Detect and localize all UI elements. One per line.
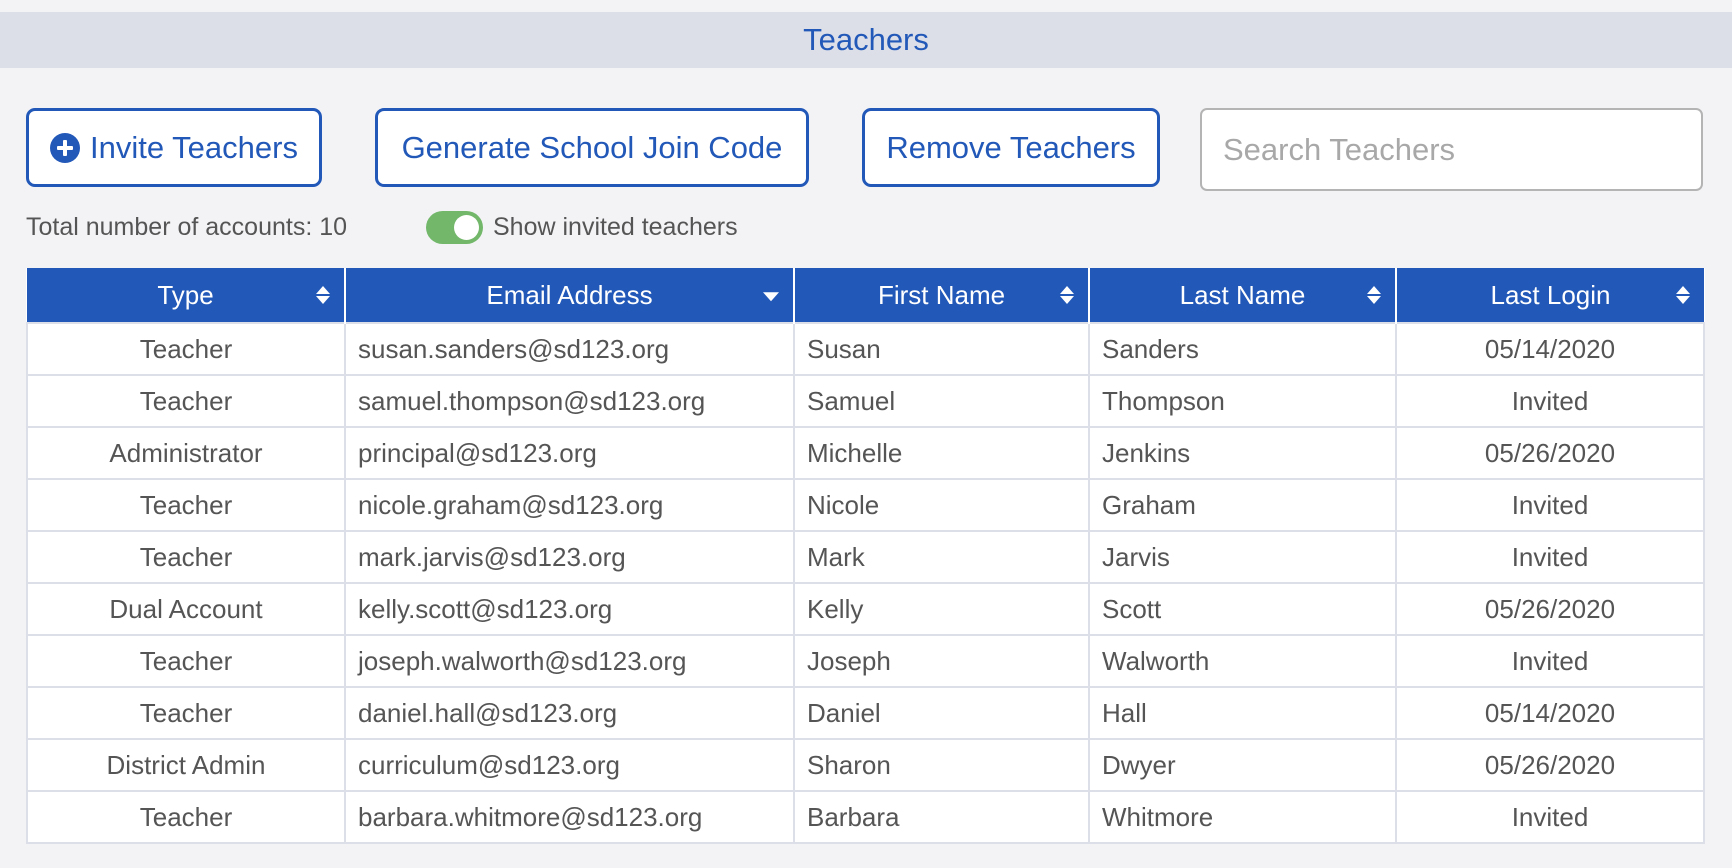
table-row[interactable]: Teacher susan.sanders@sd123.org Susan Sande… bbox=[26, 322, 1705, 376]
cell-first-name: Daniel bbox=[793, 686, 1090, 740]
cell-type: Teacher bbox=[26, 478, 346, 532]
cell-last-login: 05/26/2020 bbox=[1395, 738, 1705, 792]
column-header-label: Last Login bbox=[1490, 279, 1611, 310]
cell-type: Teacher bbox=[26, 790, 346, 844]
column-header-first-name[interactable]: First Name bbox=[793, 268, 1089, 323]
column-header-last-name[interactable]: Last Name bbox=[1088, 268, 1396, 323]
cell-type: Teacher bbox=[26, 374, 346, 428]
cell-last-login: 05/26/2020 bbox=[1395, 582, 1705, 636]
table-row[interactable]: Dual Account kelly.scott@sd123.org Kelly Sc… bbox=[26, 582, 1705, 636]
cell-first-name: Kelly bbox=[793, 582, 1090, 636]
table-row[interactable]: Teacher daniel.hall@sd123.org Daniel Hall 05… bbox=[26, 686, 1705, 740]
table-row[interactable]: Teacher mark.jarvis@sd123.org Mark Jarvis In… bbox=[26, 530, 1705, 584]
cell-first-name: Samuel bbox=[793, 374, 1090, 428]
sort-icon[interactable] bbox=[1060, 285, 1074, 305]
cell-last-name: Jarvis bbox=[1088, 530, 1397, 584]
cell-email: kelly.scott@sd123.org bbox=[344, 582, 795, 636]
generate-join-code-label: Generate School Join Code bbox=[401, 129, 783, 165]
cell-type: District Admin bbox=[26, 738, 346, 792]
column-header-label: Type bbox=[157, 279, 214, 310]
total-accounts-text: Total number of accounts: 10 bbox=[26, 213, 348, 241]
table-row[interactable]: District Admin curriculum@sd123.org Sharon… bbox=[26, 738, 1705, 792]
cell-first-name: Joseph bbox=[793, 634, 1090, 688]
cell-last-name: Dwyer bbox=[1088, 738, 1397, 792]
cell-type: Teacher bbox=[26, 686, 346, 740]
cell-last-login: 05/14/2020 bbox=[1395, 322, 1705, 376]
cell-first-name: Nicole bbox=[793, 478, 1090, 532]
cell-type: Teacher bbox=[26, 322, 346, 376]
plus-circle-icon bbox=[50, 132, 81, 163]
cell-email: nicole.graham@sd123.org bbox=[344, 478, 795, 532]
cell-first-name: Sharon bbox=[793, 738, 1090, 792]
cell-email: mark.jarvis@sd123.org bbox=[344, 530, 795, 584]
sort-icon[interactable] bbox=[1367, 285, 1381, 305]
cell-last-login: Invited bbox=[1395, 790, 1705, 844]
cell-first-name: Barbara bbox=[793, 790, 1090, 844]
cell-last-login: 05/26/2020 bbox=[1395, 426, 1705, 480]
cell-email: principal@sd123.org bbox=[344, 426, 795, 480]
cell-type: Dual Account bbox=[26, 582, 346, 636]
table-row[interactable]: Teacher joseph.walworth@sd123.org Joseph Wa… bbox=[26, 634, 1705, 688]
cell-email: curriculum@sd123.org bbox=[344, 738, 795, 792]
cell-last-name: Jenkins bbox=[1088, 426, 1397, 480]
generate-join-code-button[interactable]: Generate School Join Code bbox=[375, 108, 809, 187]
cell-first-name: Mark bbox=[793, 530, 1090, 584]
invite-teachers-button[interactable]: Invite Teachers bbox=[26, 108, 322, 187]
column-header-type[interactable]: Type bbox=[27, 268, 345, 323]
column-header-label: Email Address bbox=[486, 279, 653, 310]
sort-descending-icon[interactable] bbox=[763, 292, 779, 302]
cell-type: Teacher bbox=[26, 634, 346, 688]
remove-teachers-label: Remove Teachers bbox=[886, 129, 1136, 165]
page-title: Teachers bbox=[803, 22, 929, 57]
cell-last-name: Graham bbox=[1088, 478, 1397, 532]
cell-last-name: Thompson bbox=[1088, 374, 1397, 428]
teachers-table: Type Email Address First Name Last Name … bbox=[26, 268, 1705, 844]
cell-email: daniel.hall@sd123.org bbox=[344, 686, 795, 740]
table-row[interactable]: Teacher nicole.graham@sd123.org Nicole Grah… bbox=[26, 478, 1705, 532]
cell-last-login: 05/14/2020 bbox=[1395, 686, 1705, 740]
cell-last-name: Whitmore bbox=[1088, 790, 1397, 844]
table-header-row: Type Email Address First Name Last Name … bbox=[27, 268, 1704, 323]
invite-teachers-label: Invite Teachers bbox=[90, 129, 298, 165]
cell-last-login: Invited bbox=[1395, 478, 1705, 532]
cell-last-name: Hall bbox=[1088, 686, 1397, 740]
table-row[interactable]: Administrator principal@sd123.org Michelle… bbox=[26, 426, 1705, 480]
column-header-label: First Name bbox=[877, 279, 1006, 310]
cell-last-login: Invited bbox=[1395, 374, 1705, 428]
table-row[interactable]: Teacher samuel.thompson@sd123.org Samuel Th… bbox=[26, 374, 1705, 428]
column-header-email[interactable]: Email Address bbox=[344, 268, 794, 323]
cell-email: samuel.thompson@sd123.org bbox=[344, 374, 795, 428]
column-header-last-login[interactable]: Last Login bbox=[1395, 268, 1704, 323]
cell-first-name: Susan bbox=[793, 322, 1090, 376]
cell-last-name: Walworth bbox=[1088, 634, 1397, 688]
sort-icon[interactable] bbox=[1676, 285, 1690, 305]
cell-last-login: Invited bbox=[1395, 634, 1705, 688]
cell-email: susan.sanders@sd123.org bbox=[344, 322, 795, 376]
column-header-label: Last Name bbox=[1179, 279, 1306, 310]
remove-teachers-button[interactable]: Remove Teachers bbox=[862, 108, 1160, 187]
cell-last-name: Sanders bbox=[1088, 322, 1397, 376]
show-invited-toggle[interactable] bbox=[426, 211, 483, 244]
cell-last-login: Invited bbox=[1395, 530, 1705, 584]
cell-type: Administrator bbox=[26, 426, 346, 480]
cell-first-name: Michelle bbox=[793, 426, 1090, 480]
cell-type: Teacher bbox=[26, 530, 346, 584]
cell-last-name: Scott bbox=[1088, 582, 1397, 636]
show-invited-label: Show invited teachers bbox=[493, 213, 738, 241]
cell-email: barbara.whitmore@sd123.org bbox=[344, 790, 795, 844]
search-teachers-input[interactable] bbox=[1200, 108, 1703, 191]
cell-email: joseph.walworth@sd123.org bbox=[344, 634, 795, 688]
title-bar: Teachers bbox=[0, 12, 1732, 68]
table-row[interactable]: Teacher barbara.whitmore@sd123.org Barbara… bbox=[26, 790, 1705, 844]
sort-icon[interactable] bbox=[316, 285, 330, 305]
toggle-knob bbox=[454, 215, 479, 240]
